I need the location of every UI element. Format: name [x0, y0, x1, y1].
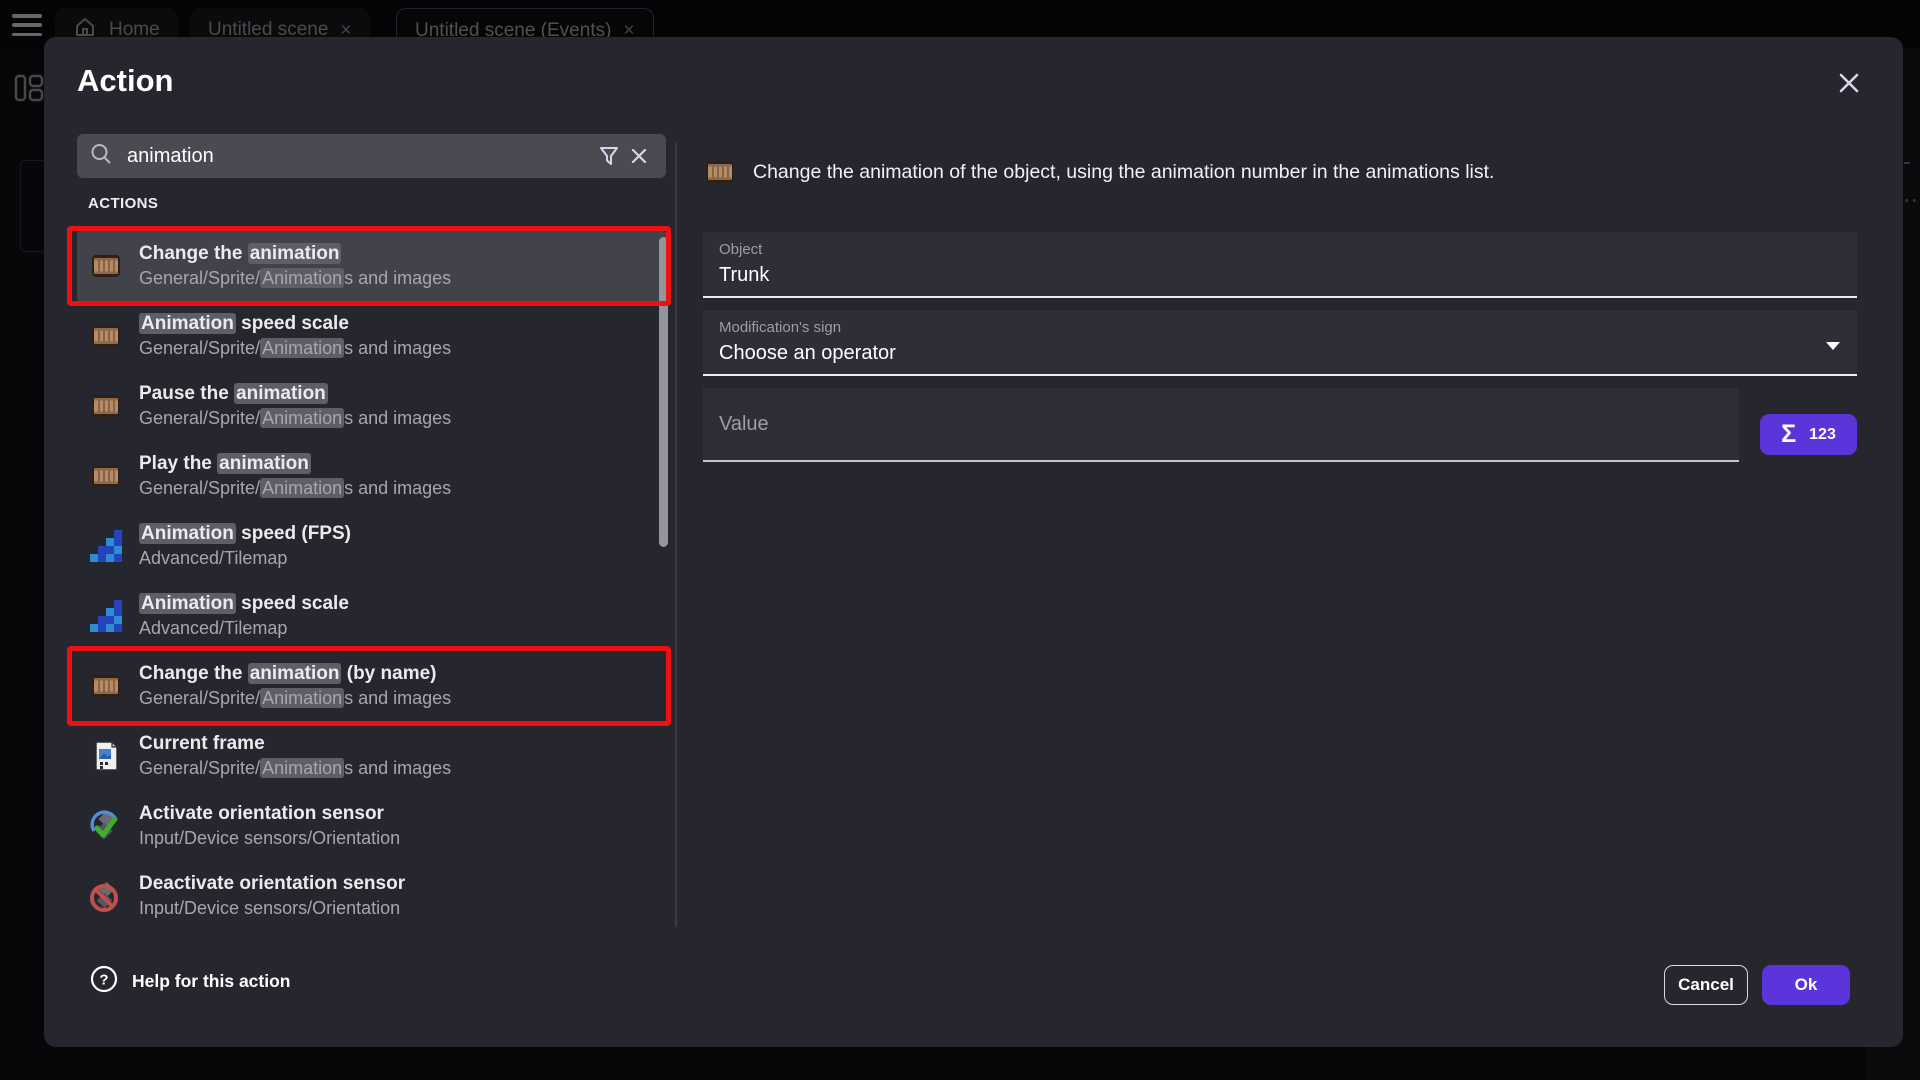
action-item-path: Advanced/Tilemap [139, 548, 351, 569]
action-item-text: Current frame General/Sprite/Animations a… [139, 733, 451, 779]
action-item-path: General/Sprite/Animations and images [139, 478, 451, 499]
action-item-title: Animation speed scale [139, 313, 451, 335]
filter-icon[interactable] [594, 141, 624, 171]
object-field[interactable]: Object Trunk [703, 232, 1857, 298]
action-list-item[interactable]: Animation speed scale General/Sprite/Anim… [77, 301, 666, 371]
action-item-path: Advanced/Tilemap [139, 618, 349, 639]
sensor-active-icon [89, 809, 123, 843]
action-list-item[interactable]: Pause the animation General/Sprite/Animat… [77, 371, 666, 441]
action-item-text: Animation speed (FPS) Advanced/Tilemap [139, 523, 351, 569]
action-item-text: Change the animation General/Sprite/Anima… [139, 243, 451, 289]
search-match-highlight: Animation [260, 268, 344, 288]
action-item-path: General/Sprite/Animations and images [139, 758, 451, 779]
sprite-animation-icon [89, 249, 123, 283]
search-icon [89, 142, 113, 171]
action-list-item[interactable]: Deactivate orientation sensor Input/Devic… [77, 861, 666, 931]
search-input[interactable] [127, 145, 594, 168]
sprite-animation-icon [89, 669, 123, 703]
search-match-highlight: animation [248, 243, 342, 264]
action-item-title: Pause the animation [139, 383, 451, 405]
action-list-item[interactable]: Animation speed (FPS) Advanced/Tilemap [77, 511, 666, 581]
clear-search-icon[interactable] [624, 141, 654, 171]
action-item-text: Pause the animation General/Sprite/Animat… [139, 383, 451, 429]
cancel-button[interactable]: Cancel [1664, 965, 1748, 1005]
search-match-highlight: Animation [260, 338, 344, 358]
dialog-title: Action [77, 63, 173, 99]
action-list-item[interactable]: Change the animation General/Sprite/Anima… [77, 231, 666, 301]
search-match-highlight: Animation [260, 688, 344, 708]
scrollbar-thumb[interactable] [659, 237, 668, 547]
chevron-down-icon[interactable] [1825, 338, 1841, 356]
actions-section-header: ACTIONS [88, 195, 158, 212]
action-item-text: Activate orientation sensor Input/Device … [139, 803, 400, 849]
ok-button[interactable]: Ok [1762, 965, 1850, 1005]
expression-editor-button[interactable]: Σ 123 [1760, 414, 1857, 455]
sprite-animation-icon [89, 389, 123, 423]
operator-select-field[interactable]: Modification's sign Choose an operator [703, 310, 1857, 376]
action-item-title: Play the animation [139, 453, 451, 475]
dialog-close-icon[interactable] [1833, 67, 1865, 99]
action-description-row: Change the animation of the object, usin… [703, 155, 1863, 189]
search-match-highlight: animation [234, 383, 328, 404]
sigma-icon: Σ [1781, 420, 1796, 449]
action-list-item[interactable]: Current frame General/Sprite/Animations a… [77, 721, 666, 791]
action-item-title: Change the animation (by name) [139, 663, 451, 685]
action-list-item[interactable]: Activate orientation sensor Input/Device … [77, 791, 666, 861]
action-item-text: Animation speed scale Advanced/Tilemap [139, 593, 349, 639]
action-item-text: Change the animation (by name) General/Sp… [139, 663, 451, 709]
action-list-item[interactable]: Play the animation General/Sprite/Animati… [77, 441, 666, 511]
action-item-path: Input/Device sensors/Orientation [139, 828, 400, 849]
value-input-field[interactable]: Value [703, 388, 1739, 462]
action-item-path: General/Sprite/Animations and images [139, 268, 451, 289]
action-item-path: General/Sprite/Animations and images [139, 408, 451, 429]
action-item-path: General/Sprite/Animations and images [139, 688, 451, 709]
operator-field-value: Choose an operator [719, 342, 1841, 365]
action-item-text: Deactivate orientation sensor Input/Devic… [139, 873, 405, 919]
help-question-icon: ? [90, 965, 118, 998]
help-label: Help for this action [132, 971, 290, 992]
action-item-title: Current frame [139, 733, 451, 755]
action-description: Change the animation of the object, usin… [753, 155, 1494, 184]
search-match-highlight: Animation [260, 758, 344, 778]
search-match-highlight: Animation [260, 408, 344, 428]
search-match-highlight: animation [217, 453, 311, 474]
action-search-box [77, 134, 666, 178]
tilemap-icon [89, 529, 123, 563]
expression-123-label: 123 [1809, 426, 1836, 444]
help-link[interactable]: ? Help for this action [90, 965, 290, 998]
action-item-title: Deactivate orientation sensor [139, 873, 405, 895]
action-item-title: Animation speed scale [139, 593, 349, 615]
sprite-animation-icon [89, 319, 123, 353]
sprite-animation-icon [89, 459, 123, 493]
search-match-highlight: animation [248, 663, 342, 684]
action-list-item[interactable]: Animation speed scale Advanced/Tilemap [77, 581, 666, 651]
action-item-title: Activate orientation sensor [139, 803, 400, 825]
action-item-path: Input/Device sensors/Orientation [139, 898, 405, 919]
current-frame-icon [89, 739, 123, 773]
action-item-title: Animation speed (FPS) [139, 523, 351, 545]
search-match-highlight: Animation [260, 478, 344, 498]
sensor-inactive-icon [89, 879, 123, 913]
sprite-animation-icon [703, 155, 737, 189]
action-list-item[interactable]: Change the animation (by name) General/Sp… [77, 651, 666, 721]
action-dialog: Action ACTIONS Change the animation Gener… [44, 37, 1903, 1047]
search-match-highlight: Animation [139, 523, 236, 544]
action-item-text: Play the animation General/Sprite/Animati… [139, 453, 451, 499]
operator-field-label: Modification's sign [719, 319, 1841, 336]
search-match-highlight: Animation [139, 313, 236, 334]
action-item-title: Change the animation [139, 243, 451, 265]
panel-divider [675, 143, 677, 927]
action-item-text: Animation speed scale General/Sprite/Anim… [139, 313, 451, 359]
value-placeholder: Value [719, 413, 769, 436]
tilemap-icon [89, 599, 123, 633]
object-field-value: Trunk [719, 264, 1841, 287]
svg-text:?: ? [99, 972, 108, 989]
search-match-highlight: Animation [139, 593, 236, 614]
action-item-path: General/Sprite/Animations and images [139, 338, 451, 359]
object-field-label: Object [719, 241, 1841, 258]
